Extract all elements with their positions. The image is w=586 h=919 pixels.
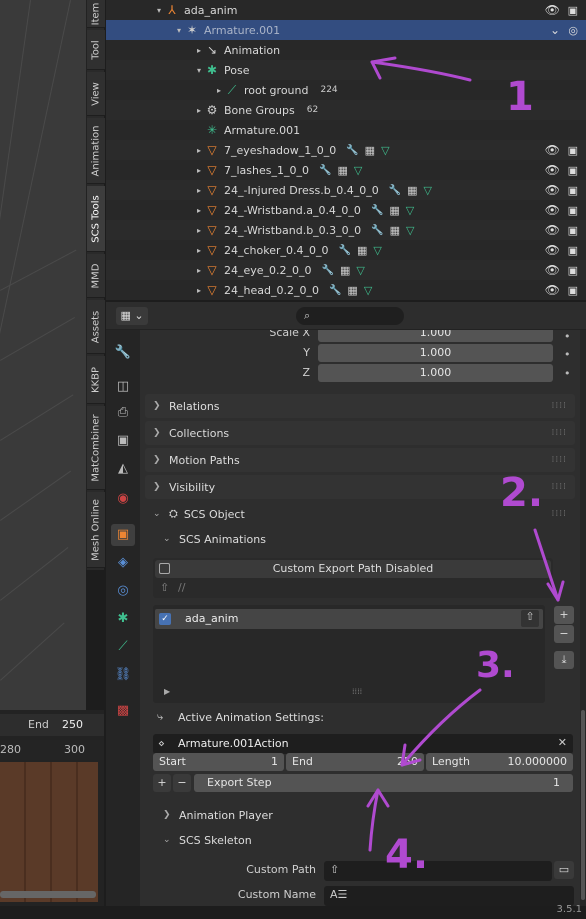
annotation-2: 2. bbox=[500, 470, 544, 516]
arrow-1-head bbox=[370, 56, 397, 80]
annotation-1: 1 bbox=[506, 74, 534, 120]
annotation-4: 4. bbox=[385, 832, 429, 878]
arrow-4-head bbox=[366, 788, 390, 808]
annotation-3: 3. bbox=[476, 645, 515, 686]
annotation-overlay bbox=[366, 56, 565, 852]
arrow-1-shaft bbox=[370, 60, 472, 82]
arrow-2-shaft bbox=[533, 528, 560, 602]
arrow-3-shaft bbox=[400, 688, 482, 767]
